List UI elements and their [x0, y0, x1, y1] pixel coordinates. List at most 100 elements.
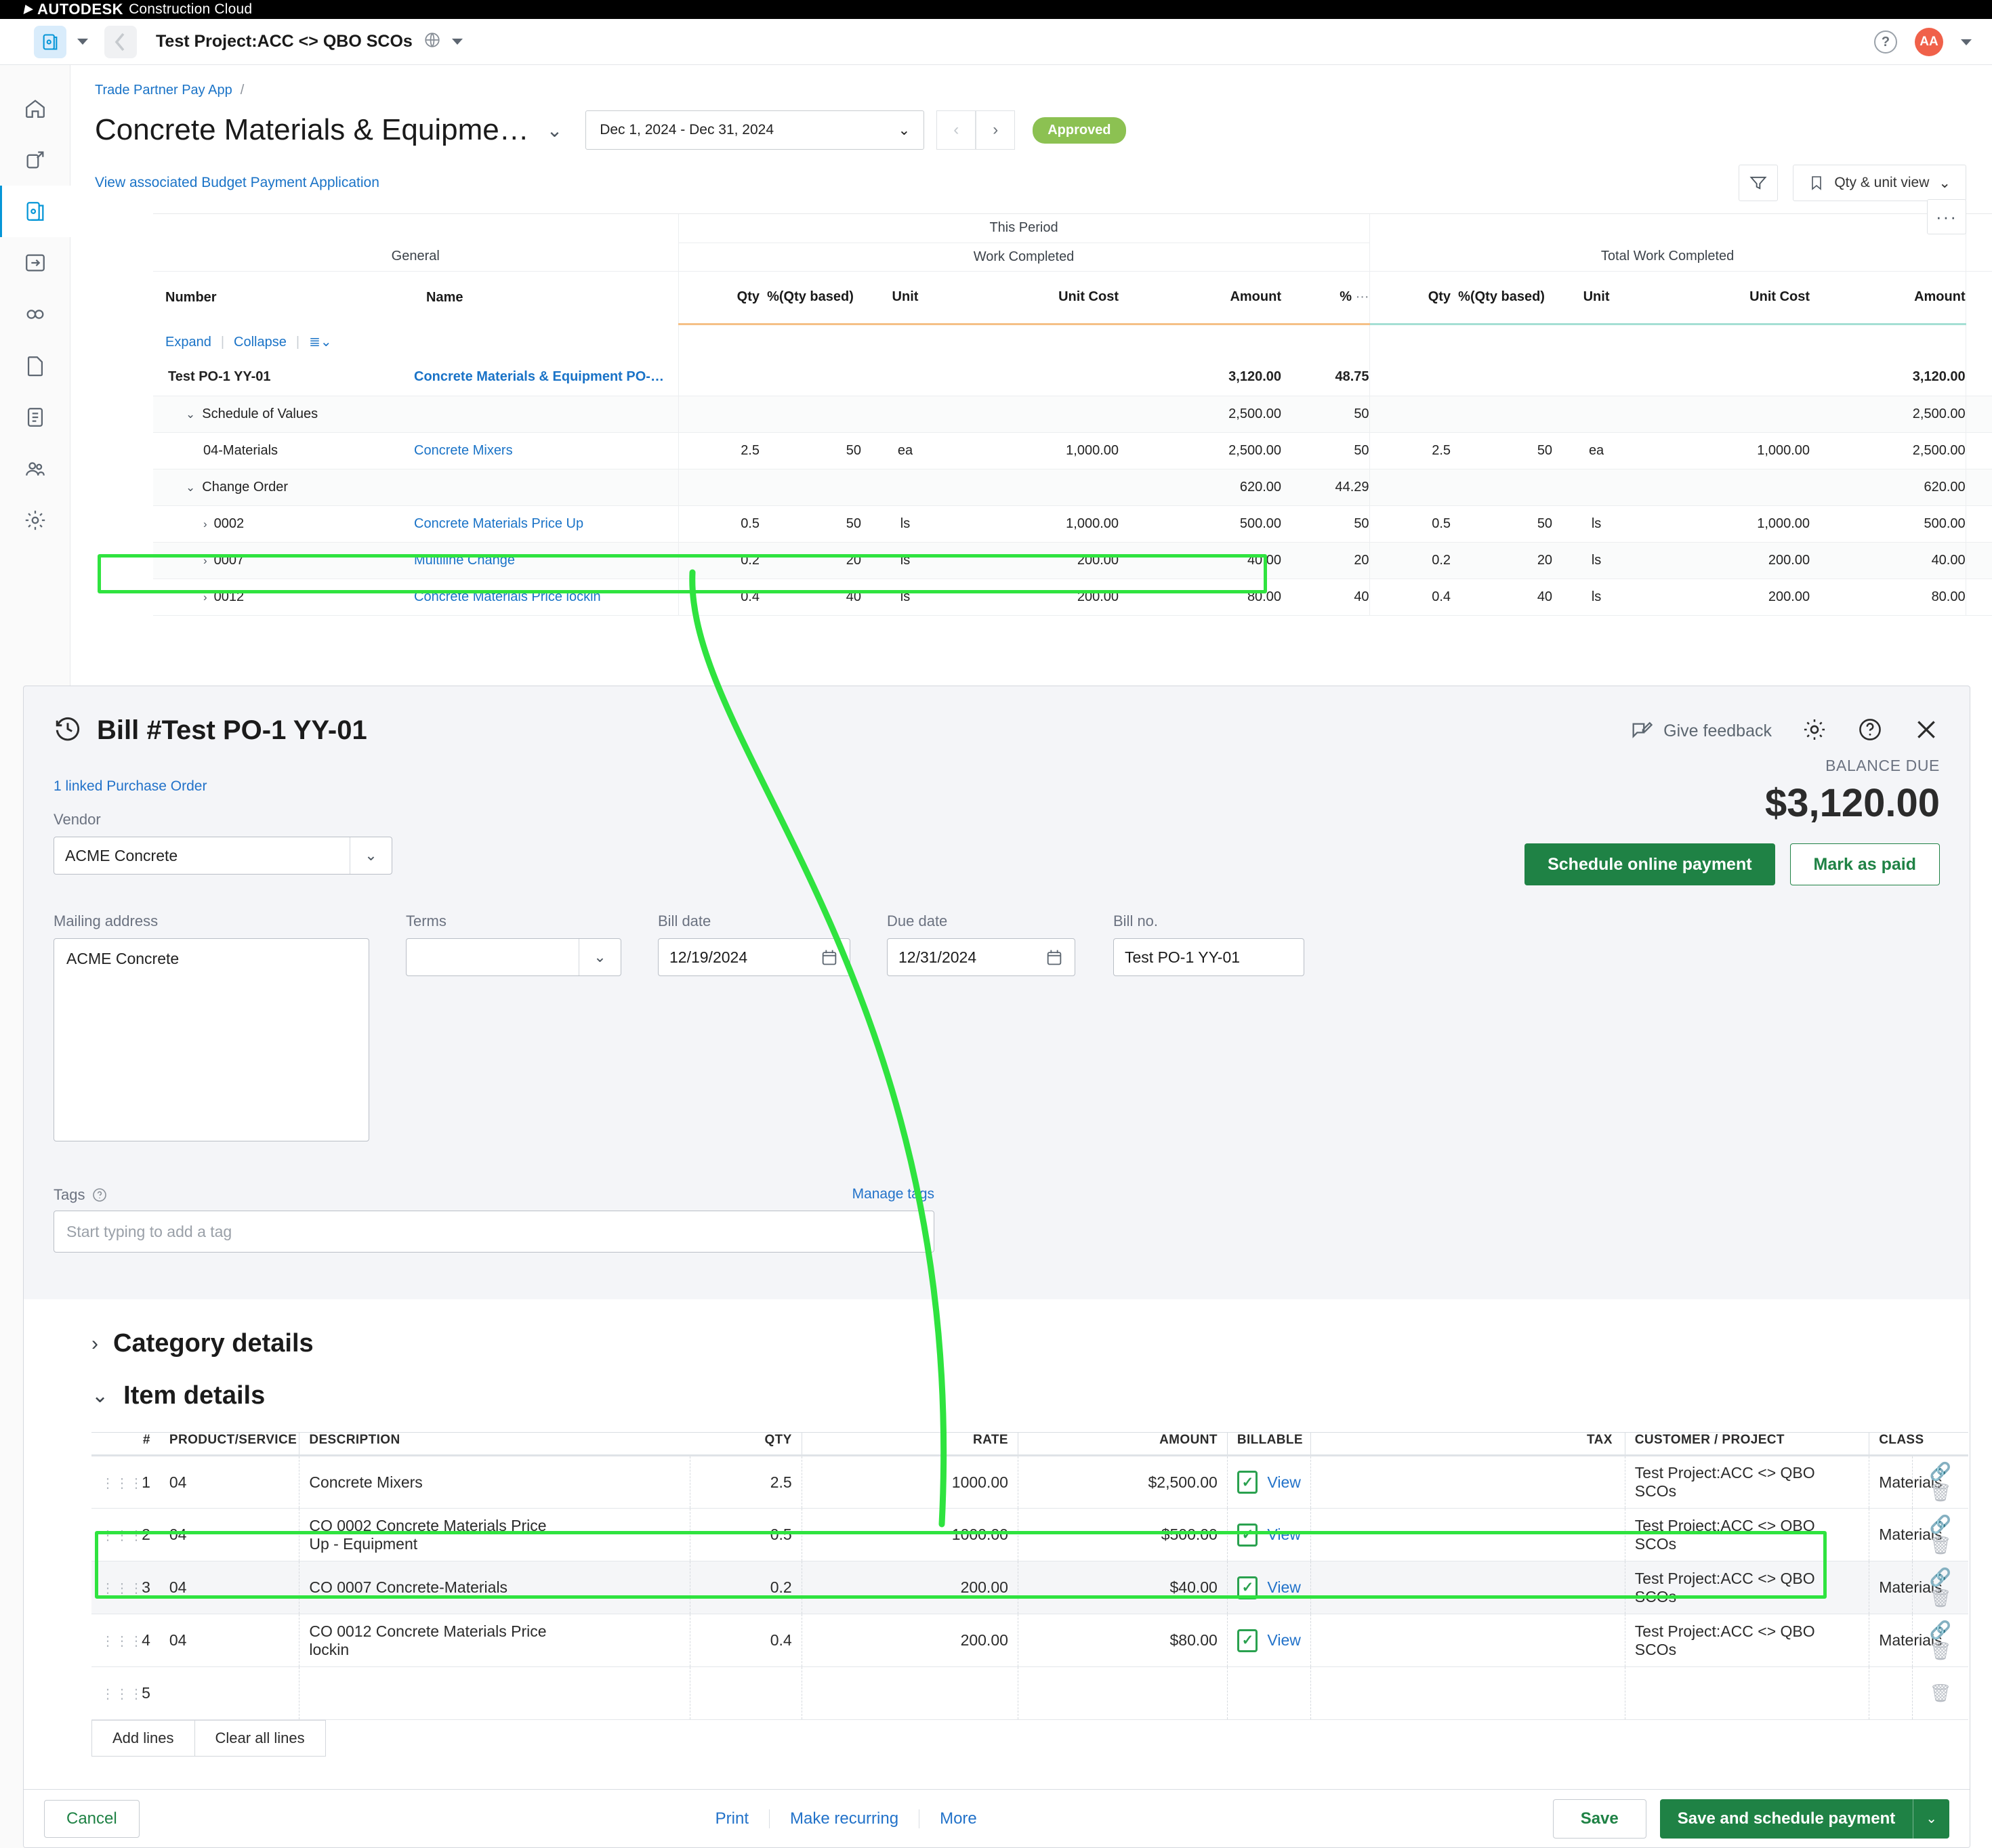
mailing-address-textarea[interactable]: ACME Concrete — [54, 938, 369, 1141]
avatar[interactable]: AA — [1915, 28, 1943, 56]
tags-input[interactable]: Start typing to add a tag — [54, 1211, 934, 1253]
cell-class[interactable]: Materials — [1869, 1455, 1943, 1509]
sort-icon[interactable]: ≣⌄ — [309, 335, 332, 350]
app-switcher-icon[interactable] — [34, 25, 66, 58]
print-link[interactable]: Print — [695, 1809, 770, 1828]
trash-icon[interactable]: 🗑 — [1930, 1482, 1952, 1503]
bill-date-input[interactable]: 12/19/2024 — [658, 938, 850, 976]
vendor-select[interactable]: ACME Concrete ⌄ — [54, 837, 392, 875]
cell-tax[interactable] — [1310, 1455, 1625, 1509]
row-drag-handle[interactable]: ⋮⋮⋮ — [91, 1614, 143, 1667]
table-row[interactable]: ⋮⋮⋮ 3 04 CO 0007 Concrete-Materials 0.2 200.0… — [91, 1561, 1968, 1614]
cell-name[interactable]: Concrete Mixers — [414, 432, 678, 469]
link-icon[interactable]: 🔗 — [1930, 1567, 1951, 1587]
sidebar-item-members[interactable] — [0, 443, 70, 495]
link-icon[interactable]: 🔗 — [1930, 1620, 1951, 1640]
cell-comment[interactable] — [1965, 579, 1992, 616]
cell-description[interactable]: CO 0012 Concrete Materials Price lockin — [299, 1614, 572, 1667]
billable-checkbox[interactable]: ✓ — [1237, 1523, 1258, 1547]
table-row[interactable]: ⌄ Change Order 620.00 44.29 620.00 — [153, 469, 1992, 506]
billable-view-link[interactable]: View — [1267, 1473, 1300, 1491]
table-row[interactable]: ⋮⋮⋮ 2 04 CO 0002 Concrete Materials Price U… — [91, 1508, 1968, 1561]
give-feedback-button[interactable]: Give feedback — [1630, 720, 1772, 743]
history-icon[interactable] — [54, 715, 82, 747]
trash-icon[interactable]: 🗑 — [1930, 1641, 1952, 1661]
table-row[interactable]: ⋮⋮⋮ 1 04 Concrete Mixers 2.5 1000.00 $2,500.00… — [91, 1455, 1968, 1509]
cell-tax[interactable] — [1310, 1508, 1625, 1561]
cell-customer-project[interactable]: Test Project:ACC <> QBO SCOs — [1625, 1614, 1870, 1667]
due-date-input[interactable]: 12/31/2024 — [887, 938, 1075, 976]
add-lines-button[interactable]: Add lines — [91, 1720, 194, 1757]
sidebar-item-insights[interactable] — [0, 289, 70, 340]
cell-billable[interactable] — [1227, 1666, 1312, 1720]
date-range-select[interactable]: Dec 1, 2024 - Dec 31, 2024 ⌄ — [585, 110, 925, 150]
cell-billable[interactable]: ✓ View — [1227, 1508, 1312, 1561]
billable-checkbox[interactable]: ✓ — [1237, 1471, 1258, 1494]
cell-billable[interactable]: ✓ View — [1227, 1561, 1312, 1614]
cell-description[interactable] — [299, 1666, 572, 1720]
cell-tax[interactable] — [1310, 1614, 1625, 1667]
project-chevron-down-icon[interactable] — [451, 39, 463, 45]
billable-checkbox[interactable]: ✓ — [1237, 1576, 1258, 1599]
row-drag-handle[interactable]: ⋮⋮⋮ — [91, 1508, 143, 1561]
cell-name[interactable]: Concrete Materials Price lockin — [414, 579, 678, 616]
row-drag-handle[interactable]: ⋮⋮⋮ — [91, 1561, 143, 1614]
cell-qty[interactable]: 0.4 — [690, 1614, 802, 1667]
cell-qty[interactable] — [690, 1666, 802, 1720]
cell-tax[interactable] — [1310, 1561, 1625, 1614]
more-actions-button[interactable]: ··· — [1927, 199, 1966, 234]
cell-class[interactable]: Materials — [1869, 1508, 1943, 1561]
trash-icon[interactable]: 🗑 — [1930, 1535, 1952, 1555]
cell-customer-project[interactable]: Test Project:ACC <> QBO SCOs — [1625, 1561, 1870, 1614]
cell-name[interactable]: Concrete Materials Price Up — [414, 505, 678, 543]
table-row[interactable]: Test PO-1 YY-01 Concrete Materials & Equi… — [153, 359, 1992, 396]
cell-comment[interactable] — [1965, 542, 1992, 579]
qty-unit-view-select[interactable]: Qty & unit view ⌄ — [1793, 165, 1966, 201]
cell-comment[interactable] — [1965, 469, 1992, 506]
billable-view-link[interactable]: View — [1267, 1578, 1300, 1596]
cell-comment[interactable] — [1965, 432, 1992, 469]
close-icon[interactable] — [1913, 716, 1940, 747]
cell-name[interactable]: Multiline Change — [414, 542, 678, 579]
cell-comment[interactable] — [1965, 359, 1992, 396]
table-row[interactable]: › 0002 Concrete Materials Price Up 0.5 50 ls 1… — [153, 505, 1992, 543]
cell-product-service[interactable] — [159, 1666, 300, 1720]
table-row[interactable]: 04-Materials Concrete Mixers 2.5 50 ea 1,000.… — [153, 432, 1992, 469]
cell-product-service[interactable]: 04 — [159, 1455, 300, 1509]
comment-icon[interactable] — [1965, 271, 1992, 324]
sidebar-item-settings[interactable] — [0, 495, 70, 546]
save-button[interactable]: Save — [1552, 1799, 1646, 1839]
avatar-chevron-down-icon[interactable] — [1961, 39, 1972, 45]
more-link[interactable]: More — [919, 1809, 997, 1828]
trash-icon[interactable]: 🗑 — [1930, 1683, 1952, 1703]
cell-description[interactable]: CO 0002 Concrete Materials Price Up - Eq… — [299, 1508, 572, 1561]
cell-rate[interactable]: 200.00 — [892, 1614, 1018, 1667]
prev-period-button[interactable]: ‹ — [936, 110, 976, 150]
trash-icon[interactable]: 🗑 — [1930, 1588, 1952, 1608]
mark-as-paid-button[interactable]: Mark as paid — [1789, 843, 1940, 885]
cell-tax[interactable] — [1310, 1666, 1625, 1720]
cell-row-tools[interactable]: 🗑 — [1912, 1666, 1968, 1720]
cell-rate[interactable]: 1000.00 — [892, 1455, 1018, 1509]
cell-name[interactable]: Concrete Materials & Equipment PO-… — [414, 359, 678, 396]
cell-qty[interactable]: 2.5 — [690, 1455, 802, 1509]
cell-customer-project[interactable]: Test Project:ACC <> QBO SCOs — [1625, 1508, 1870, 1561]
sidebar-item-forms[interactable] — [0, 392, 70, 443]
save-and-schedule-payment-button[interactable]: Save and schedule payment ⌄ — [1659, 1799, 1949, 1839]
clear-all-lines-button[interactable]: Clear all lines — [194, 1720, 326, 1757]
terms-select[interactable]: ⌄ — [406, 938, 621, 976]
billable-checkbox[interactable]: ✓ — [1237, 1629, 1258, 1652]
manage-tags-link[interactable]: Manage tags — [852, 1186, 934, 1202]
billable-view-link[interactable]: View — [1267, 1631, 1300, 1649]
cancel-button[interactable]: Cancel — [44, 1799, 140, 1838]
breadcrumb-link-trade-partner-pay-app[interactable]: Trade Partner Pay App — [95, 83, 232, 98]
save-and-schedule-chevron-down-icon[interactable]: ⌄ — [1913, 1799, 1949, 1839]
row-drag-handle[interactable]: ⋮⋮⋮ — [91, 1455, 143, 1509]
cell-comment[interactable] — [1965, 396, 1992, 433]
filter-icon[interactable] — [1739, 165, 1779, 201]
table-row[interactable]: › 0012 Concrete Materials Price lockin 0.4 4… — [153, 579, 1992, 616]
cell-qty[interactable]: 0.2 — [690, 1561, 802, 1614]
table-row[interactable]: › 0007 Multiline Change 0.2 20 ls 200.00 40.00 2… — [153, 542, 1992, 579]
category-details-header[interactable]: › Category details — [91, 1329, 1970, 1358]
table-row[interactable]: ⋮⋮⋮ 5 🗑 — [91, 1666, 1968, 1720]
